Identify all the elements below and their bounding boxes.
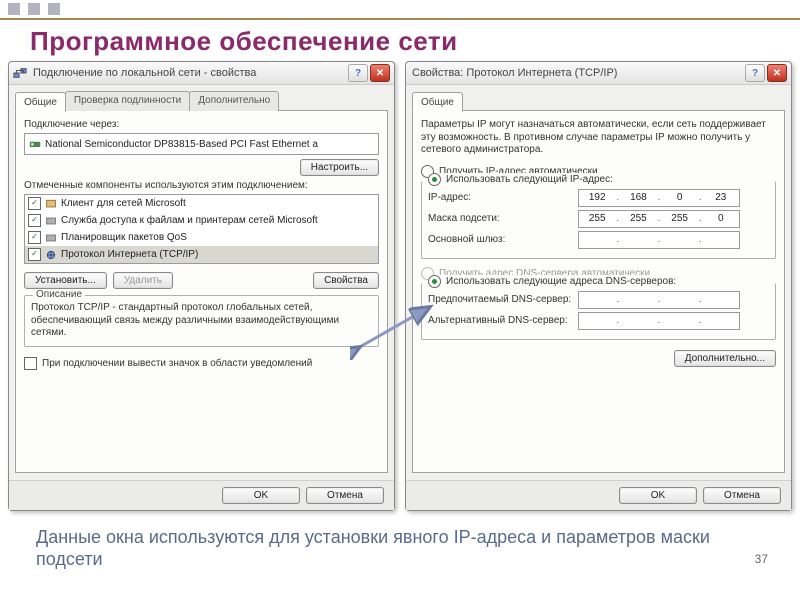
client-icon <box>45 198 57 210</box>
component-label: Планировщик пакетов QoS <box>61 232 187 243</box>
configure-button[interactable]: Настроить... <box>300 159 379 176</box>
close-button[interactable]: ✕ <box>370 64 390 82</box>
description-group: Описание Протокол TCP/IP - стандартный п… <box>24 295 379 347</box>
page-number: 37 <box>755 552 768 566</box>
components-label: Отмеченные компоненты используются этим … <box>24 180 379 191</box>
cancel-button[interactable]: Отмена <box>703 487 781 504</box>
pref-dns-input[interactable]: ... <box>578 291 740 309</box>
intro-text: Параметры IP могут назначаться автоматич… <box>421 119 776 157</box>
description-text: Протокол TCP/IP - стандартный протокол г… <box>31 302 372 340</box>
slide-caption: Данные окна используются для установки я… <box>0 511 800 570</box>
help-button[interactable]: ? <box>745 64 765 82</box>
list-item[interactable]: ✓ Планировщик пакетов QoS <box>25 229 378 246</box>
component-label: Клиент для сетей Microsoft <box>61 198 186 209</box>
component-label: Протокол Интернета (TCP/IP) <box>61 249 198 260</box>
list-item[interactable]: ✓ Клиент для сетей Microsoft <box>25 195 378 212</box>
tray-icon-checkbox[interactable]: ✓ <box>24 357 37 370</box>
tab-body-general: Подключение через: National Semiconducto… <box>15 110 388 473</box>
protocol-icon <box>45 249 57 261</box>
radio-label: Использовать следующие адреса DNS-сервер… <box>446 276 676 287</box>
deco-square <box>48 3 60 15</box>
connect-via-label: Подключение через: <box>24 119 379 130</box>
tab-advanced[interactable]: Дополнительно <box>189 91 279 111</box>
adapter-field: National Semiconductor DP83815-Based PCI… <box>24 133 379 155</box>
pref-dns-label: Предпочитаемый DNS-сервер: <box>428 294 578 305</box>
checkbox[interactable]: ✓ <box>28 214 41 227</box>
qos-icon <box>45 232 57 244</box>
radio-manual-dns[interactable]: Использовать следующие адреса DNS-сервер… <box>428 275 680 288</box>
gateway-label: Основной шлюз: <box>428 234 578 245</box>
button-bar: OK Отмена <box>406 480 791 510</box>
install-button[interactable]: Установить... <box>24 272 107 289</box>
titlebar[interactable]: Подключение по локальной сети - свойства… <box>9 62 394 85</box>
manual-ip-group: Использовать следующий IP-адрес: IP-адре… <box>421 181 776 259</box>
mask-label: Маска подсети: <box>428 213 578 224</box>
service-icon <box>45 215 57 227</box>
components-list[interactable]: ✓ Клиент для сетей Microsoft ✓ Служба до… <box>24 194 379 264</box>
properties-button[interactable]: Свойства <box>313 272 379 289</box>
tab-general[interactable]: Общие <box>15 92 66 112</box>
network-connection-icon <box>13 66 27 80</box>
description-legend: Описание <box>33 289 85 300</box>
decorative-band <box>0 0 800 20</box>
ok-button[interactable]: OK <box>619 487 697 504</box>
help-button[interactable]: ? <box>348 64 368 82</box>
remove-button: Удалить <box>113 272 173 289</box>
checkbox[interactable]: ✓ <box>28 231 41 244</box>
radio-label: Использовать следующий IP-адрес: <box>446 174 613 185</box>
checkbox[interactable]: ✓ <box>28 197 41 210</box>
cancel-button[interactable]: Отмена <box>306 487 384 504</box>
advanced-button[interactable]: Дополнительно... <box>674 350 776 367</box>
adapter-name: National Semiconductor DP83815-Based PCI… <box>45 139 318 150</box>
page-title: Программное обеспечение сети <box>0 20 800 61</box>
nic-properties-dialog: Подключение по локальной сети - свойства… <box>8 61 395 511</box>
window-title: Свойства: Протокол Интернета (TCP/IP) <box>410 67 743 79</box>
manual-dns-group: Использовать следующие адреса DNS-сервер… <box>421 283 776 340</box>
alt-dns-input[interactable]: ... <box>578 312 740 330</box>
tab-strip: Общие <box>406 85 791 111</box>
tray-icon-label: При подключении вывести значок в области… <box>42 358 312 369</box>
button-bar: OK Отмена <box>9 480 394 510</box>
component-label: Служба доступа к файлам и принтерам сете… <box>61 215 318 226</box>
radio-icon[interactable] <box>428 173 441 186</box>
radio-icon[interactable] <box>428 275 441 288</box>
alt-dns-label: Альтернативный DNS-сервер: <box>428 315 578 326</box>
ip-address-input[interactable]: 192.168.0.23 <box>578 189 740 207</box>
list-item-selected[interactable]: ✓ Протокол Интернета (TCP/IP) <box>25 246 378 263</box>
tab-strip: Общие Проверка подлинности Дополнительно <box>9 85 394 111</box>
checkbox[interactable]: ✓ <box>28 248 41 261</box>
tab-general[interactable]: Общие <box>412 92 463 112</box>
deco-square <box>8 3 20 15</box>
ok-button[interactable]: OK <box>222 487 300 504</box>
list-item[interactable]: ✓ Служба доступа к файлам и принтерам се… <box>25 212 378 229</box>
window-title: Подключение по локальной сети - свойства <box>31 67 346 79</box>
radio-manual-ip[interactable]: Использовать следующий IP-адрес: <box>428 173 617 186</box>
close-button[interactable]: ✕ <box>767 64 787 82</box>
ip-label: IP-адрес: <box>428 192 578 203</box>
tab-body-general: Параметры IP могут назначаться автоматич… <box>412 110 785 473</box>
titlebar[interactable]: Свойства: Протокол Интернета (TCP/IP) ? … <box>406 62 791 85</box>
deco-square <box>28 3 40 15</box>
gateway-input[interactable]: ... <box>578 231 740 249</box>
subnet-mask-input[interactable]: 255.255.255.0 <box>578 210 740 228</box>
tcpip-properties-dialog: Свойства: Протокол Интернета (TCP/IP) ? … <box>405 61 792 511</box>
tab-authentication[interactable]: Проверка подлинности <box>65 91 190 111</box>
nic-icon <box>29 138 41 150</box>
